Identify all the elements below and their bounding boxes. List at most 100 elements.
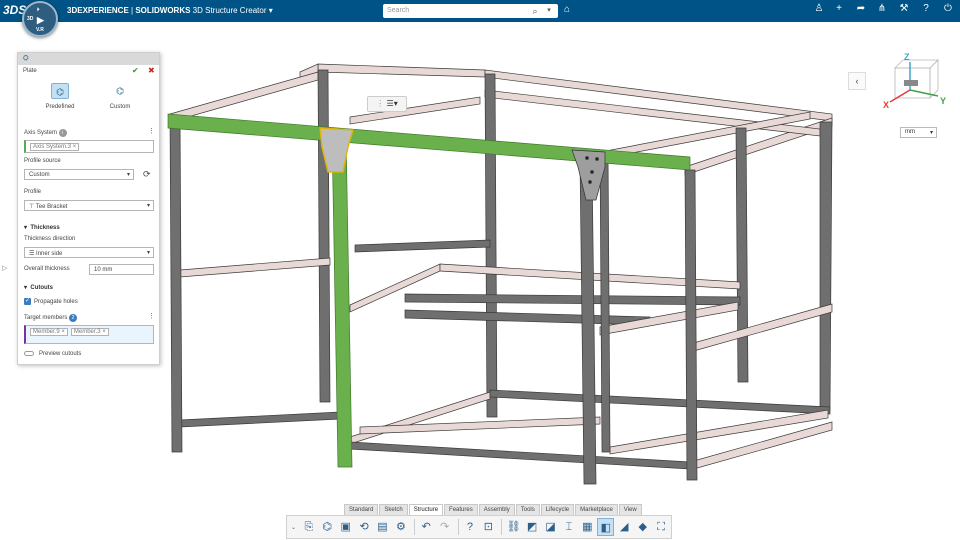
- predefined-option-button[interactable]: ⌬ Predefined: [44, 83, 76, 110]
- new-icon[interactable]: ⎘: [300, 518, 317, 536]
- toolbar-divider: [413, 519, 415, 535]
- cut-list-icon[interactable]: ▦: [579, 518, 596, 536]
- top-bar: 3DS 3DEXPERIENCE | SOLIDWORKS 3D Structu…: [0, 0, 960, 22]
- redo-icon[interactable]: ↷: [436, 518, 453, 536]
- predefined-label: Predefined: [45, 104, 75, 110]
- propagate-holes-row[interactable]: ✓ Propagate holes: [24, 298, 78, 305]
- tab-sketch[interactable]: Sketch: [379, 504, 408, 515]
- profile-source-label: Profile source: [24, 158, 61, 164]
- propagate-holes-checkbox[interactable]: ✓: [24, 298, 31, 305]
- screenshot-icon[interactable]: ▤: [374, 518, 391, 536]
- structure-system-icon[interactable]: ⊡: [480, 518, 497, 536]
- profile-select[interactable]: ⊤ Tee Bracket ▾: [24, 200, 154, 211]
- power-icon[interactable]: ⏻: [940, 3, 956, 14]
- x-axis-label: X: [883, 100, 889, 110]
- preview-cutouts-toggle[interactable]: [24, 351, 34, 356]
- member-chip[interactable]: Member.3 ×: [70, 328, 109, 336]
- preview-cutouts-label: Preview cutouts: [39, 351, 82, 358]
- tab-features[interactable]: Features: [444, 504, 478, 515]
- predefined-plate-icon: ⌬: [51, 83, 69, 99]
- tab-standard[interactable]: Standard: [344, 504, 379, 515]
- open-icon[interactable]: ⌬: [319, 518, 336, 536]
- app-title[interactable]: 3DEXPERIENCE | SOLIDWORKS 3D Structure C…: [67, 6, 273, 15]
- inner-side-icon: ☰: [29, 251, 37, 257]
- trim-icon[interactable]: ◪: [542, 518, 559, 536]
- cutouts-section-header[interactable]: ▾ Cutouts: [24, 284, 53, 291]
- tools-icon[interactable]: ⚒: [896, 3, 912, 14]
- profile-icon[interactable]: ⌶: [560, 518, 577, 536]
- refresh-icon[interactable]: ⟳: [143, 169, 151, 180]
- member-chip[interactable]: Member.9 ×: [30, 328, 68, 336]
- end-cap-icon[interactable]: ◆: [634, 518, 651, 536]
- compass-play-icon[interactable]: ▶: [37, 15, 44, 26]
- tab-marketplace[interactable]: Marketplace: [575, 504, 618, 515]
- preview-cutouts-row[interactable]: Preview cutouts: [24, 351, 81, 357]
- target-members-field[interactable]: Member.9 × Member.3 ×: [24, 325, 154, 344]
- chevron-down-icon: ▾: [126, 172, 130, 178]
- network-icon[interactable]: ⋔: [874, 3, 890, 14]
- tab-view[interactable]: View: [618, 504, 642, 515]
- axis-system-menu-icon[interactable]: ⋮: [148, 127, 155, 135]
- search-options-icon[interactable]: ▾: [542, 4, 556, 18]
- custom-option-button[interactable]: ⌬ Custom: [104, 83, 136, 110]
- search-icon[interactable]: ⌕: [528, 4, 542, 18]
- target-members-label: Target members 2: [24, 314, 78, 322]
- unit-select[interactable]: mm ▾: [900, 127, 937, 138]
- user-icon[interactable]: ♙: [811, 3, 827, 14]
- z-axis-label: Z: [904, 52, 910, 62]
- settings-icon[interactable]: ⚙: [392, 518, 409, 536]
- tee-bracket-icon: ⊤: [29, 204, 36, 210]
- plate-panel: ⛭ Plate ✔ ✖ ⌬ Predefined ⌬ Custom Axis S…: [17, 52, 160, 365]
- expand-tree-icon[interactable]: ▷: [2, 264, 7, 272]
- add-icon[interactable]: +: [831, 3, 847, 14]
- collapse-panel-button[interactable]: ‹: [848, 72, 866, 90]
- cancel-button[interactable]: ✖: [148, 66, 155, 75]
- chevron-left-icon: ‹: [855, 76, 859, 86]
- help-icon[interactable]: ?: [462, 518, 479, 536]
- plate-icon[interactable]: ◧: [597, 518, 615, 536]
- drag-handle-icon[interactable]: ⋮: [376, 99, 384, 108]
- product-label: SOLIDWORKS: [135, 6, 191, 15]
- refresh-icon[interactable]: ⟲: [356, 518, 373, 536]
- tag-icon[interactable]: ⌂: [564, 4, 570, 15]
- corner-icon[interactable]: ◩: [524, 518, 541, 536]
- chevron-down-icon: ▾: [929, 130, 933, 136]
- propagate-holes-label: Propagate holes: [34, 299, 78, 306]
- member-icon[interactable]: ⛓: [505, 518, 522, 536]
- profile-source-select[interactable]: Custom ▾: [24, 169, 134, 180]
- gusset-icon[interactable]: ◢: [616, 518, 633, 536]
- thickness-section-header[interactable]: ▾ Thickness: [24, 224, 60, 231]
- action-bar-tabs: Standard Sketch Structure Features Assem…: [344, 504, 643, 515]
- info-icon[interactable]: i: [58, 129, 67, 137]
- overall-thickness-label: Overall thickness: [24, 266, 70, 272]
- app-dropdown-icon[interactable]: ▾: [269, 6, 273, 15]
- undo-icon[interactable]: ↶: [418, 518, 435, 536]
- compass-top-icon[interactable]: ⏵: [37, 7, 40, 13]
- axis-system-field[interactable]: Axis System.3 ×: [24, 140, 154, 153]
- save-icon[interactable]: ▣: [337, 518, 354, 536]
- inner-side-icon[interactable]: ☰: [387, 99, 394, 108]
- overall-thickness-input[interactable]: 10 mm: [89, 264, 154, 275]
- toolbar-divider: [501, 519, 503, 535]
- view-cube-triad[interactable]: Z X Y: [880, 50, 950, 120]
- ok-button[interactable]: ✔: [132, 66, 139, 75]
- weld-icon[interactable]: ⛶: [653, 518, 670, 536]
- target-members-menu-icon[interactable]: ⋮: [148, 312, 155, 320]
- compass-widget[interactable]: ⏵ 3D ▶ V.R: [22, 1, 58, 37]
- context-toolbar[interactable]: ⋮ ☰▾: [367, 96, 407, 112]
- tab-tools[interactable]: Tools: [515, 504, 540, 515]
- tab-assembly[interactable]: Assembly: [478, 504, 515, 515]
- share-icon[interactable]: ➦: [853, 3, 869, 14]
- custom-plate-icon: ⌬: [116, 86, 124, 96]
- chevron-down-icon[interactable]: ▾: [394, 99, 398, 108]
- compass-3d-label: 3D: [27, 16, 34, 22]
- expand-toolbar-icon[interactable]: ⌄: [291, 524, 300, 531]
- thickness-direction-select[interactable]: ☰ Inner side ▾: [24, 247, 154, 258]
- chevron-down-icon: ▾: [146, 250, 150, 256]
- help-icon[interactable]: ?: [918, 3, 934, 14]
- tab-structure[interactable]: Structure: [408, 504, 444, 515]
- panel-header[interactable]: ⛭: [18, 53, 159, 65]
- tab-lifecycle[interactable]: Lifecycle: [540, 504, 575, 515]
- axis-system-chip[interactable]: Axis System.3 ×: [30, 143, 80, 151]
- custom-label: Custom: [109, 104, 131, 110]
